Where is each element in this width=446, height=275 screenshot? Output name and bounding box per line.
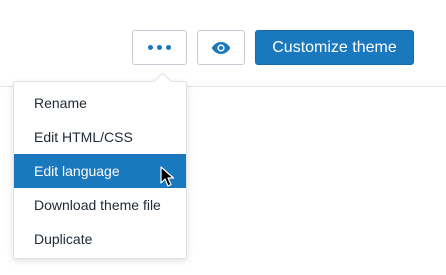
more-actions-button[interactable] (132, 30, 187, 65)
menu-item-edit-html-css[interactable]: Edit HTML/CSS (14, 120, 186, 154)
mouse-pointer-icon (160, 166, 174, 187)
menu-item-label: Edit language (34, 163, 120, 179)
theme-actions-area: Customize theme Rename Edit HTML/CSS Edi… (0, 0, 446, 275)
menu-item-rename[interactable]: Rename (14, 86, 186, 120)
eye-icon (211, 41, 231, 54)
menu-item-duplicate[interactable]: Duplicate (14, 222, 186, 256)
menu-item-label: Rename (34, 95, 87, 111)
customize-theme-label: Customize theme (272, 38, 397, 56)
menu-item-label: Download theme file (34, 197, 161, 213)
menu-item-label: Edit HTML/CSS (34, 129, 133, 145)
customize-theme-button[interactable]: Customize theme (255, 30, 414, 65)
menu-item-label: Duplicate (34, 231, 93, 247)
more-horizontal-icon (148, 45, 171, 50)
menu-item-download-theme-file[interactable]: Download theme file (14, 188, 186, 222)
preview-button[interactable] (197, 30, 245, 65)
